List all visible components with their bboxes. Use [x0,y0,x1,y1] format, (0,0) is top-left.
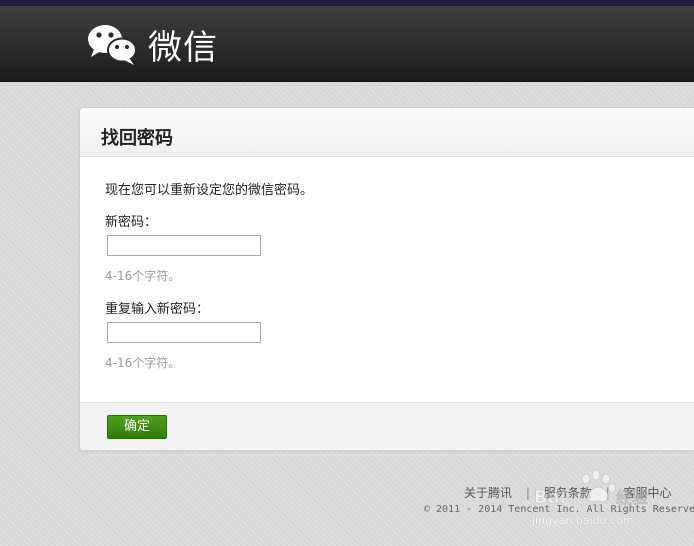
svg-text:经验: 经验 [616,488,649,507]
footer-separator: | [525,486,530,500]
baidu-watermark: Bai 经验 [532,469,662,515]
repeat-password-hint: 4-16个字符。 [105,356,181,370]
card-footer: 确定 [80,402,694,450]
confirm-button[interactable]: 确定 [107,415,167,439]
brand-name: 微信 [148,27,218,68]
footer-link-about[interactable]: 关于腾讯 [464,486,512,500]
site-header: 微信 [0,6,694,82]
baidu-paw-icon: Bai 经验 [534,469,649,508]
reset-password-card: 找回密码 现在您可以重新设定您的微信密码。 新密码： 4-16个字符。 重复输入… [79,107,694,451]
card-header: 找回密码 [80,108,694,157]
new-password-label: 新密码： [105,215,158,230]
repeat-password-input[interactable] [107,322,261,343]
svg-text:Bai: Bai [534,487,566,508]
new-password-input[interactable] [107,235,261,256]
wechat-logo-icon [86,22,138,66]
watermark-url: jingyan.baidu.com [532,514,634,527]
intro-text: 现在您可以重新设定您的微信密码。 [105,183,314,198]
repeat-password-label: 重复输入新密码： [105,302,210,317]
page-title: 找回密码 [101,128,173,149]
brand-logo[interactable]: 微信 [86,22,218,68]
new-password-hint: 4-16个字符。 [105,269,181,283]
